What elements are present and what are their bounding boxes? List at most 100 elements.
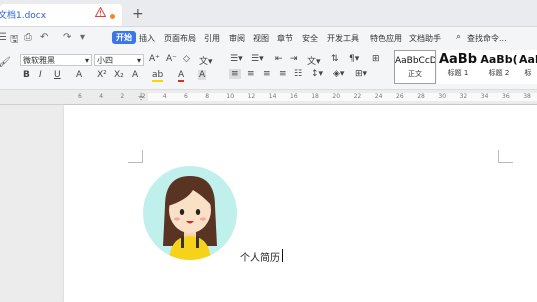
text-effect-button[interactable]: A	[132, 70, 138, 80]
menu-item-review[interactable]: 审阅	[229, 33, 245, 44]
style-heading-2-label: 标题 2	[488, 69, 510, 77]
numbered-list-icon[interactable]: ☰▾	[251, 54, 264, 64]
ruler-tick-label: 24	[374, 93, 383, 100]
ruler-tick-label: 2	[141, 93, 146, 100]
align-center-icon[interactable]: ≡	[247, 69, 255, 79]
new-tab-button[interactable]: +	[132, 6, 144, 22]
show-marks-icon[interactable]: ¶▾	[349, 54, 359, 64]
redo-icon[interactable]: ↷	[63, 32, 71, 43]
style-heading-2-sample: AaBb(	[480, 53, 518, 66]
customize-quick-access-icon[interactable]: ▾	[80, 32, 85, 43]
unsaved-dot-icon	[110, 14, 115, 19]
increase-indent-icon[interactable]: ⇥	[290, 54, 298, 64]
menu-item-references[interactable]: 引用	[204, 33, 220, 44]
margin-corner-top-right	[498, 150, 513, 163]
bold-button[interactable]: B	[23, 70, 30, 80]
font-size-select[interactable]: 小四 ▾	[94, 54, 144, 66]
chinese-layout-icon[interactable]: 文▾	[307, 54, 321, 67]
menu-item-start[interactable]: 开始	[112, 31, 136, 44]
menu-item-doc-assistant[interactable]: 文档助手	[409, 33, 441, 44]
ruler-tick-label: 14	[268, 93, 277, 100]
avatar-image[interactable]	[143, 166, 237, 260]
sort-icon[interactable]: ⇅	[331, 54, 339, 64]
ruler-tick-label: 38	[523, 93, 531, 100]
underline-button[interactable]: U	[54, 70, 61, 80]
style-heading-3-label: 标	[524, 69, 532, 77]
menu-item-features[interactable]: 特色应用	[370, 33, 402, 44]
bullet-list-icon[interactable]: ☰▾	[230, 54, 243, 64]
ruler-tick-label: 6	[184, 93, 188, 100]
style-heading-3-sample: AaI	[519, 53, 537, 66]
document-tab-title[interactable]: 文档1.docx	[0, 8, 46, 21]
shrink-font-button[interactable]: A⁻	[166, 54, 177, 64]
ruler-tick-label: 4	[162, 93, 167, 100]
document-text[interactable]: 个人简历	[240, 249, 280, 264]
ruler-tick-label: 18	[311, 93, 319, 100]
text-cursor	[282, 249, 283, 262]
char-shading-button[interactable]: A	[198, 70, 207, 80]
search-command[interactable]: 查找命令...	[467, 33, 507, 44]
ruler-tick-label: 2	[120, 93, 125, 100]
menu-item-developer[interactable]: 开发工具	[327, 33, 359, 44]
print-icon[interactable]: ⎙	[24, 32, 32, 43]
chevron-down-icon: ▾	[84, 56, 89, 65]
ruler-tick-label: 8	[205, 93, 210, 100]
menu-item-security[interactable]: 安全	[302, 33, 318, 44]
ruler-tick-label: 30	[438, 93, 447, 100]
ruler-tick-label: 16	[290, 93, 298, 100]
shading-icon[interactable]: ◈▾	[333, 69, 344, 79]
highlight-button[interactable]: ab	[152, 70, 164, 82]
style-heading-1-label: 标题 1	[447, 69, 469, 77]
clear-format-icon[interactable]: ◇	[183, 54, 190, 64]
style-normal[interactable]: AaBbCcD 正文	[394, 50, 436, 84]
font-name-select[interactable]: 微软雅黑 ▾	[20, 54, 92, 66]
ruler-tick-label: 10	[226, 93, 235, 100]
style-heading-3[interactable]: AaI 标	[519, 50, 537, 84]
style-normal-label: 正文	[408, 70, 422, 78]
margin-corner-top-left	[128, 150, 143, 163]
table-icon[interactable]: ⊞	[372, 54, 380, 64]
style-heading-1-sample: AaBb	[438, 52, 478, 67]
strikethrough-button[interactable]: A	[76, 70, 82, 80]
style-heading-1[interactable]: AaBb 标题 1	[437, 50, 479, 84]
menu-item-page-layout[interactable]: 页面布局	[164, 33, 196, 44]
font-name-value: 微软雅黑	[23, 56, 55, 65]
font-size-value: 小四	[97, 56, 113, 65]
ruler-tick-label: 22	[353, 93, 362, 100]
undo-icon[interactable]: ↶	[40, 32, 48, 43]
search-icon[interactable]: ⌕	[456, 32, 461, 42]
italic-button[interactable]: I	[39, 70, 42, 80]
borders-icon[interactable]: ⊞▾	[355, 69, 367, 79]
style-heading-2[interactable]: AaBb( 标题 2	[479, 50, 519, 84]
style-normal-sample: AaBbCcD	[395, 56, 436, 66]
grow-font-button[interactable]: A⁺	[149, 54, 160, 64]
warning-icon	[94, 6, 107, 19]
decrease-indent-icon[interactable]: ⇤	[275, 54, 283, 64]
ruler-tick-label: 4	[99, 93, 104, 100]
ruler-tick-label: 12	[247, 93, 256, 100]
ruler-tick-label: 28	[417, 93, 425, 100]
ruler-tick-label: 6	[78, 93, 82, 100]
girl-cartoon-icon	[163, 176, 217, 260]
menu-item-insert[interactable]: 插入	[139, 33, 155, 44]
ruler-tick-label: 32	[459, 93, 468, 100]
menu-item-chapter[interactable]: 章节	[277, 33, 293, 44]
ruler-tick-label: 26	[396, 93, 404, 100]
justify-icon[interactable]: ≡	[279, 69, 287, 79]
menu-icon[interactable]: ☰	[0, 32, 7, 43]
subscript-button[interactable]: X₂	[114, 70, 124, 80]
ruler-tick-label: 20	[332, 93, 341, 100]
font-color-button[interactable]: A	[178, 70, 185, 82]
ruler-tick-label: 34	[480, 93, 489, 100]
menu-item-view[interactable]: 视图	[253, 33, 269, 44]
distribute-icon[interactable]: ☷	[294, 69, 302, 79]
phonetic-icon[interactable]: 文▾	[199, 54, 213, 67]
format-painter-icon[interactable]: 🖌	[0, 57, 11, 68]
align-right-icon[interactable]: ≡	[263, 69, 271, 79]
line-spacing-icon[interactable]: ↕▾	[311, 69, 323, 79]
align-left-icon[interactable]: ≡	[229, 69, 241, 79]
chevron-down-icon: ▾	[136, 56, 141, 65]
superscript-button[interactable]: X²	[97, 70, 107, 80]
document-page[interactable]	[64, 105, 537, 302]
ruler-tick-label: 36	[502, 93, 510, 100]
